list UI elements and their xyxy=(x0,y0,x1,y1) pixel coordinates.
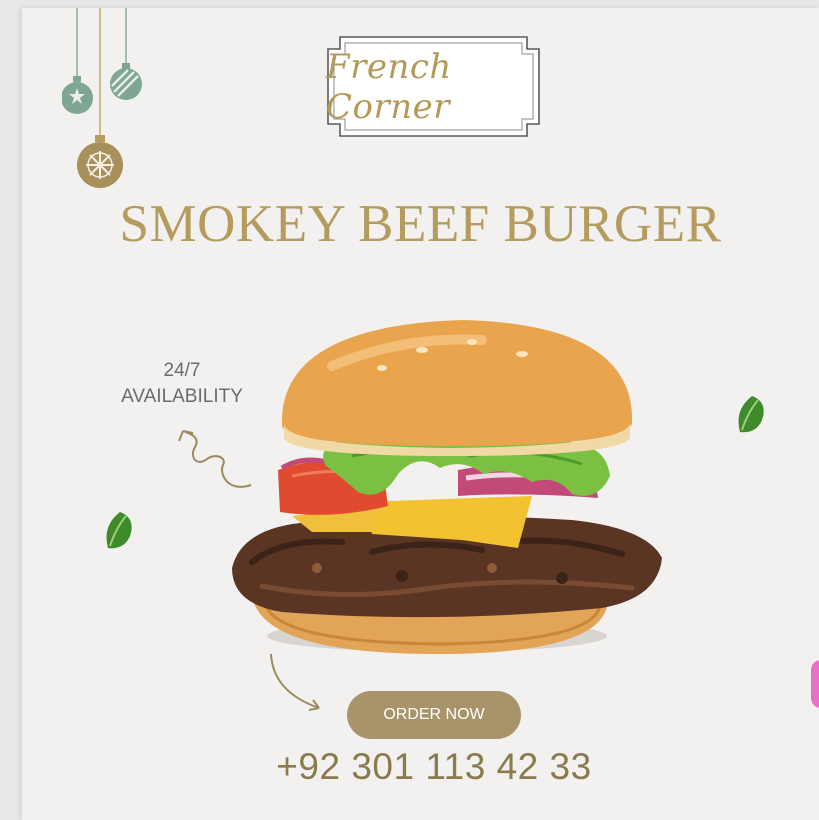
curved-arrow-icon xyxy=(270,653,320,711)
page-title: SMOKEY BEEF BURGER xyxy=(119,195,722,253)
pink-decoration xyxy=(811,660,819,708)
poster: French Corner SMOKEY BEEF BURGER 24/7 AV… xyxy=(22,8,819,820)
phone-number: +92 301 113 42 33 xyxy=(276,746,592,787)
order-now-button[interactable]: ORDER NOW xyxy=(347,691,521,739)
leaf-icon xyxy=(106,512,132,549)
ornament-bauble-icon xyxy=(62,8,93,114)
burger-image xyxy=(232,320,662,654)
ornament-striped-icon xyxy=(110,8,142,100)
logo: French Corner xyxy=(326,35,541,138)
leaf-icon xyxy=(738,396,764,433)
logo-text: French Corner xyxy=(326,46,452,127)
christmas-ornaments xyxy=(62,8,142,188)
